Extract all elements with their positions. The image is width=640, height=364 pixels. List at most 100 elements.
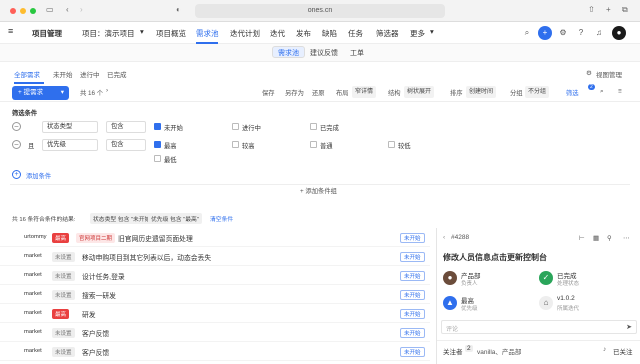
checkbox-not-started[interactable] xyxy=(154,123,161,130)
filter-field-select[interactable]: 优先级 xyxy=(42,139,98,151)
status-tag[interactable]: 未开始 xyxy=(400,347,425,357)
help-icon[interactable]: ? xyxy=(574,26,588,40)
filter-badge: 2 xyxy=(588,84,595,90)
view-manage-icon[interactable]: ⚙ xyxy=(586,69,592,77)
tab-overview-icon[interactable]: ⧉ xyxy=(622,5,628,15)
send-icon[interactable]: ➤ xyxy=(626,323,632,331)
tab-done[interactable]: 已完成 xyxy=(107,69,127,79)
sort-select[interactable]: 创建时间 xyxy=(466,86,497,98)
clear-conditions-link[interactable]: 清空条件 xyxy=(210,214,233,223)
nav-more[interactable]: 更多 xyxy=(410,28,425,39)
link-icon[interactable]: ⚲ xyxy=(607,234,612,242)
checkbox-in-progress[interactable] xyxy=(232,123,239,130)
status-tag[interactable]: 未开始 xyxy=(400,252,425,262)
watchers-names[interactable]: vanilla、产品部 xyxy=(477,346,521,356)
chevron-down-icon: ▾ xyxy=(60,89,64,96)
group-select[interactable]: 不分组 xyxy=(525,86,550,98)
list-item[interactable]: urtommy 最高 官网项目二期 旧官网历史遗留页面处理 未开始 xyxy=(0,228,430,247)
forward-icon[interactable]: › xyxy=(80,5,83,14)
nav-requirement-pool[interactable]: 需求池 xyxy=(196,28,219,39)
back-icon[interactable]: ‹ xyxy=(443,234,445,241)
maximize-window-icon[interactable] xyxy=(30,8,36,14)
item-title: 移动申购项目到其它列表以后，动态会丢失 xyxy=(82,255,212,262)
add-condition-button[interactable]: 添加条件 xyxy=(26,171,51,180)
status-tag[interactable]: 未开始 xyxy=(400,309,425,319)
structure-label: 结构 xyxy=(388,90,401,97)
tree-icon[interactable]: ⊢ xyxy=(579,234,585,242)
calendar-icon[interactable]: ▦ xyxy=(593,234,599,242)
create-requirement-button[interactable]: + 提需求 ▾ xyxy=(12,86,69,100)
new-tab-icon[interactable]: + xyxy=(606,5,611,14)
comment-input[interactable]: 评论 ➤ xyxy=(441,320,637,334)
nav-sprint-plan[interactable]: 迭代计划 xyxy=(230,28,260,39)
avatar[interactable]: ● xyxy=(612,26,626,40)
more-menu-icon[interactable]: ≡ xyxy=(618,88,622,95)
tab-all[interactable]: 全部需求 xyxy=(14,69,40,79)
tab-not-started[interactable]: 未开始 xyxy=(53,69,73,79)
follow-button[interactable]: 已关注 xyxy=(613,346,633,356)
search-icon[interactable]: ⌕ xyxy=(600,88,604,96)
app-title: 项目管理 xyxy=(32,29,62,38)
project-selector[interactable]: 项目：演示项目 xyxy=(82,28,135,39)
create-icon[interactable]: + xyxy=(538,26,552,40)
add-condition-group-button[interactable]: + 添加条件组 xyxy=(300,186,337,195)
sidebar-toggle-icon[interactable]: ▭ xyxy=(46,5,54,14)
address-bar[interactable]: ones.cn xyxy=(195,4,445,18)
save-button[interactable]: 保存 xyxy=(262,88,275,97)
share-icon[interactable]: ⇧ xyxy=(588,5,595,14)
remove-condition-icon[interactable]: – xyxy=(12,122,21,131)
back-icon[interactable]: ‹ xyxy=(66,5,69,14)
checkbox-highest[interactable] xyxy=(154,141,161,148)
list-item[interactable]: market 未设置 搜索一研发 未开始 xyxy=(0,285,430,304)
layout-select[interactable]: 窄详情 xyxy=(352,86,377,98)
tab-in-progress[interactable]: 进行中 xyxy=(80,69,100,79)
settings-icon[interactable]: ⚙ xyxy=(556,26,570,40)
status-tag[interactable]: 未开始 xyxy=(400,271,425,281)
close-window-icon[interactable] xyxy=(10,8,16,14)
nav-task[interactable]: 任务 xyxy=(348,28,363,39)
nav-release[interactable]: 发布 xyxy=(296,28,311,39)
list-item[interactable]: market 未设置 移动申购项目到其它列表以后，动态会丢失 未开始 xyxy=(0,247,430,266)
notification-icon[interactable]: ♫ xyxy=(592,26,606,40)
filter-op-select[interactable]: 包含 xyxy=(106,139,146,151)
version-value[interactable]: v1.0.2 xyxy=(557,295,575,302)
status-tag[interactable]: 未开始 xyxy=(400,290,425,300)
nav-bug[interactable]: 缺陷 xyxy=(322,28,337,39)
structure-select[interactable]: 树状展开 xyxy=(404,86,435,98)
checkbox-high[interactable] xyxy=(232,141,239,148)
collapse-icon[interactable]: › xyxy=(106,87,108,94)
checkbox-done[interactable] xyxy=(310,123,317,130)
filter-op-select[interactable]: 包含 xyxy=(106,121,146,133)
condition-chip[interactable]: 状态类型 包含 "未开始" xyxy=(90,213,156,224)
toolbar: + 提需求 ▾ 共 16 个 › 保存 另存为 还原 布局 窄详情 结构 树状展开… xyxy=(0,84,640,102)
list-item[interactable]: market 未设置 客户反馈 未开始 xyxy=(0,323,430,342)
filter-button[interactable]: 筛选 xyxy=(566,88,579,97)
save-as-button[interactable]: 另存为 xyxy=(285,88,304,97)
nav-overview[interactable]: 项目概览 xyxy=(156,28,186,39)
item-title: 搜索一研发 xyxy=(82,293,116,300)
minimize-window-icon[interactable] xyxy=(20,8,26,14)
nav-filter[interactable]: 筛选器 xyxy=(376,28,399,39)
search-icon[interactable]: ⌕ xyxy=(520,26,534,40)
status-tag[interactable]: 未开始 xyxy=(400,328,425,338)
add-condition-icon[interactable]: + xyxy=(12,170,21,179)
remove-condition-icon[interactable]: – xyxy=(12,140,21,149)
menu-icon[interactable]: ≡ xyxy=(8,26,13,36)
status-tag[interactable]: 未开始 xyxy=(400,233,425,243)
filter-field-select[interactable]: 状态类型 xyxy=(42,121,98,133)
checkbox-normal[interactable] xyxy=(310,141,317,148)
item-title: 客户反馈 xyxy=(82,331,110,338)
view-manage-button[interactable]: 视图管理 xyxy=(596,69,622,79)
subnav-feedback[interactable]: 建议反馈 xyxy=(310,48,338,58)
list-item[interactable]: market 未设置 客户反馈 未开始 xyxy=(0,342,430,361)
list-item[interactable]: market 最高 研发 未开始 xyxy=(0,304,430,323)
list-item[interactable]: market 未设置 设计任务,登录 未开始 xyxy=(0,266,430,285)
more-icon[interactable]: ⋯ xyxy=(623,234,630,242)
subnav-ticket[interactable]: 工单 xyxy=(350,48,364,58)
checkbox-lowest[interactable] xyxy=(154,155,161,162)
condition-chip[interactable]: 优先级 包含 "最高" xyxy=(148,213,202,224)
checkbox-low[interactable] xyxy=(388,141,395,148)
subnav-requirement-pool[interactable]: 需求池 xyxy=(272,46,305,58)
nav-sprint[interactable]: 迭代 xyxy=(270,28,285,39)
reset-button[interactable]: 还原 xyxy=(312,88,325,97)
